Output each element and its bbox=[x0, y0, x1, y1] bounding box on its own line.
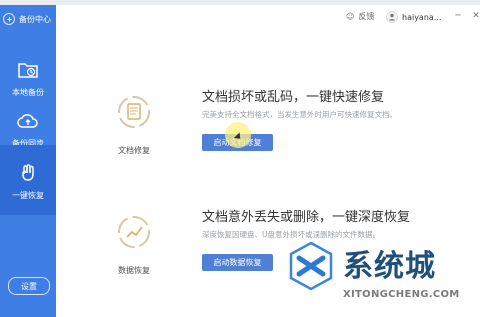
restore-hand-icon bbox=[22, 163, 34, 181]
document-repair-label: 文档修复 bbox=[118, 146, 150, 155]
sidebar-item-one-click-restore[interactable]: 一键恢复 bbox=[0, 145, 56, 215]
watermark-text: 系统城 bbox=[343, 249, 436, 284]
backup-center-logo-icon bbox=[3, 13, 15, 25]
document-repair-title: 文档损坏或乱码，一键快速修复 bbox=[202, 90, 385, 105]
cloud-upload-icon bbox=[17, 113, 38, 128]
brand-title: 备份中心 bbox=[19, 14, 51, 24]
start-data-recovery-button[interactable]: 启动数据恢复 bbox=[202, 254, 273, 271]
document-repair-card: 文档修复 文档损坏或乱码，一键快速修复 完美支持全文档格式，当发生意外时用户可快… bbox=[108, 78, 448, 188]
feedback-label: 反馈 bbox=[358, 12, 375, 21]
smile-icon: ☺ bbox=[346, 12, 355, 21]
folder-clock-icon bbox=[18, 62, 38, 78]
document-repair-icon bbox=[116, 94, 152, 130]
data-recovery-title: 文档意外丢失或删除，一键深度恢复 bbox=[202, 210, 411, 225]
user-avatar-icon bbox=[386, 11, 398, 23]
user-name: haiyana... bbox=[402, 12, 442, 22]
header: ☺ 反馈 haiyana... ─ ✕ bbox=[56, 5, 480, 33]
close-button[interactable]: ✕ bbox=[470, 11, 480, 21]
user-menu[interactable]: haiyana... bbox=[386, 11, 441, 23]
document-repair-description: 完美支持全文档格式，当发生意外时用户可快速修复文档。 bbox=[202, 110, 397, 119]
sidebar-item-label: 一键恢复 bbox=[12, 190, 44, 200]
brand: 备份中心 bbox=[3, 13, 51, 25]
watermark: 系统城 XITONGCHENG.COM bbox=[285, 230, 480, 317]
watermark-url: XITONGCHENG.COM bbox=[343, 289, 460, 300]
data-recovery-label: 数据恢复 bbox=[118, 266, 150, 275]
minimize-button[interactable]: ─ bbox=[452, 11, 464, 21]
data-recovery-icon bbox=[116, 214, 152, 250]
watermark-logo-icon bbox=[289, 241, 333, 291]
sidebar: 备份中心 本地备份 备份同步 一键恢复 设置 bbox=[0, 5, 56, 317]
settings-button[interactable]: 设置 bbox=[8, 277, 50, 295]
feedback-button[interactable]: ☺ 反馈 bbox=[346, 11, 374, 22]
